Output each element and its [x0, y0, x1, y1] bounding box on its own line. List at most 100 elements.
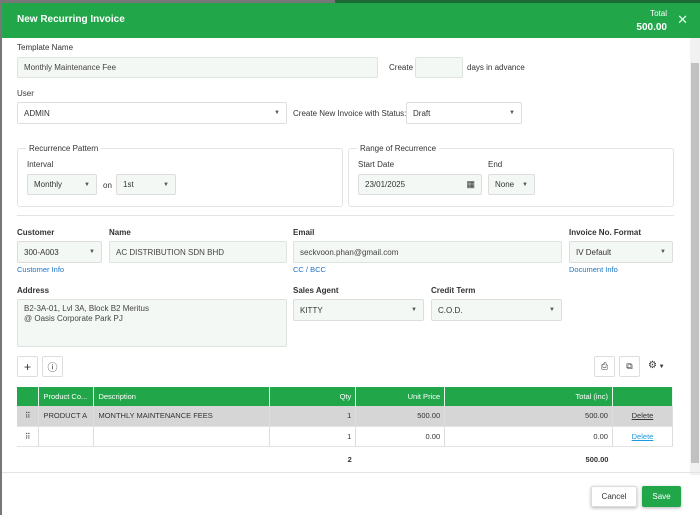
- credit-term-label: Credit Term: [431, 286, 476, 295]
- user-value: ADMIN: [24, 108, 50, 118]
- recurrence-pattern-group: Recurrence Pattern Interval Monthly ▼ on …: [17, 144, 343, 207]
- cell-description[interactable]: [93, 426, 271, 447]
- chevron-down-icon: ▼: [522, 181, 528, 188]
- table-header: Product Co... Description Qty Unit Price…: [17, 387, 674, 406]
- email-input[interactable]: seckvoon.phan@gmail.com: [293, 241, 562, 263]
- customer-label: Customer: [17, 228, 55, 237]
- save-button[interactable]: Save: [642, 486, 681, 507]
- cell-product-code[interactable]: [38, 426, 95, 447]
- status-value: Draft: [413, 108, 431, 118]
- plus-icon: +: [23, 359, 31, 374]
- info-icon: ⓘ: [47, 363, 58, 374]
- chevron-down-icon: ▼: [89, 249, 95, 255]
- day-value: 1st: [123, 180, 134, 189]
- cancel-button[interactable]: Cancel: [591, 486, 637, 507]
- address-label: Address: [17, 286, 50, 295]
- cc-bcc-link[interactable]: CC / BCC: [293, 265, 326, 274]
- user-select[interactable]: ADMIN ▼: [17, 102, 287, 124]
- cell-product-code[interactable]: PRODUCT A: [38, 406, 95, 427]
- day-select[interactable]: 1st ▼: [116, 174, 176, 195]
- header-unit-price[interactable]: Unit Price: [355, 387, 446, 406]
- cell-qty[interactable]: 1: [269, 426, 357, 447]
- drag-handle-icon[interactable]: ⠿: [17, 426, 40, 447]
- gear-icon: ⚙: [648, 360, 657, 371]
- drag-handle-icon[interactable]: ⠿: [17, 406, 40, 427]
- table-total-row: 2 500.00: [17, 446, 673, 472]
- end-value: None: [495, 180, 515, 189]
- invoice-format-label: Invoice No. Format: [569, 228, 642, 237]
- dialog-title: New Recurring Invoice: [17, 14, 125, 25]
- status-label: Create New Invoice with Status:: [293, 109, 407, 118]
- create-label: Create: [389, 63, 414, 72]
- invoice-format-select[interactable]: IV Default ▼: [569, 241, 673, 263]
- template-name-label: Template Name: [17, 43, 74, 52]
- add-row-button[interactable]: +: [17, 356, 38, 377]
- caret-down-icon: ▼: [656, 364, 665, 370]
- import-button[interactable]: ⎙: [594, 356, 615, 377]
- total-qty: 2: [347, 454, 352, 464]
- interval-value: Monthly: [34, 180, 63, 189]
- copy-icon: ⧉: [626, 361, 633, 371]
- start-date-input[interactable]: 23/01/2025 ▦: [358, 174, 482, 195]
- address-line-1: B2-3A-01, Lvl 3A, Block B2 Meritus: [24, 304, 149, 313]
- delete-link[interactable]: Delete: [632, 432, 654, 441]
- chevron-down-icon: ▼: [163, 181, 169, 188]
- table-row[interactable]: ⠿ PRODUCT A MONTHLY MAINTENANCE FEES 1 5…: [17, 406, 674, 427]
- document-info-link[interactable]: Document Info: [569, 265, 618, 274]
- customer-value: 300-A003: [24, 247, 59, 257]
- interval-select[interactable]: Monthly ▼: [27, 174, 97, 195]
- range-legend: Range of Recurrence: [357, 144, 440, 153]
- scrollbar-thumb[interactable]: [691, 63, 699, 463]
- delete-link[interactable]: Delete: [632, 411, 654, 420]
- dialog-footer: Cancel Save: [2, 472, 700, 515]
- chevron-down-icon: ▼: [660, 249, 666, 255]
- end-label: End: [488, 160, 503, 169]
- total-value: 500.00: [636, 22, 667, 33]
- name-input[interactable]: AC DISTRIBUTION SDN BHD: [109, 241, 287, 263]
- document-icon: ⎙: [600, 361, 609, 371]
- table-row[interactable]: ⠿ 1 0.00 0.00 Delete: [17, 426, 674, 447]
- sales-agent-select[interactable]: KITTY ▼: [293, 299, 424, 321]
- chevron-down-icon: ▼: [84, 181, 90, 188]
- scrollbar[interactable]: [690, 38, 700, 475]
- cell-unit-price[interactable]: 0.00: [355, 426, 446, 447]
- info-button[interactable]: ⓘ: [42, 356, 63, 377]
- template-name-input[interactable]: Monthly Maintenance Fee: [17, 57, 378, 78]
- days-in-advance-input[interactable]: [415, 57, 463, 78]
- calendar-icon[interactable]: ▦: [466, 179, 475, 190]
- cell-total: 0.00: [444, 426, 613, 447]
- copy-button[interactable]: ⧉: [619, 356, 640, 377]
- status-select[interactable]: Draft ▼: [406, 102, 522, 124]
- start-date-value: 23/01/2025: [365, 180, 406, 189]
- chevron-down-icon: ▼: [549, 307, 555, 313]
- divider: [17, 215, 674, 216]
- email-label: Email: [293, 228, 315, 237]
- customer-select[interactable]: 300-A003 ▼: [17, 241, 102, 263]
- agent-value: KITTY: [300, 305, 323, 315]
- start-date-label: Start Date: [358, 160, 395, 169]
- cell-qty[interactable]: 1: [269, 406, 357, 427]
- chevron-down-icon: ▼: [274, 110, 280, 116]
- recurring-invoice-dialog: New Recurring Invoice Total 500.00 ✕ Tem…: [2, 3, 700, 515]
- credit-term-select[interactable]: C.O.D. ▼: [431, 299, 562, 321]
- customer-info-link[interactable]: Customer Info: [17, 265, 64, 274]
- header-total[interactable]: Total (inc): [444, 387, 613, 406]
- header-description[interactable]: Description: [93, 387, 271, 406]
- format-value: IV Default: [576, 247, 612, 257]
- user-label: User: [17, 89, 34, 98]
- end-select[interactable]: None ▼: [488, 174, 535, 195]
- credit-value: C.O.D.: [438, 305, 463, 315]
- address-textarea[interactable]: B2-3A-01, Lvl 3A, Block B2 Meritus @ Oas…: [17, 299, 287, 347]
- settings-button[interactable]: ⚙ ▼: [648, 360, 665, 371]
- header-qty[interactable]: Qty: [269, 387, 357, 406]
- cell-description[interactable]: MONTHLY MAINTENANCE FEES: [93, 406, 271, 427]
- range-of-recurrence-group: Range of Recurrence Start Date 23/01/202…: [348, 144, 674, 207]
- total-label: Total: [650, 9, 667, 18]
- cell-unit-price[interactable]: 500.00: [355, 406, 446, 427]
- grand-total: 500.00: [585, 454, 609, 464]
- interval-label: Interval: [27, 160, 54, 169]
- days-label: days in advance: [467, 63, 525, 72]
- header-product-code[interactable]: Product Co...: [38, 387, 95, 406]
- close-icon[interactable]: ✕: [677, 12, 688, 28]
- on-label: on: [103, 181, 112, 190]
